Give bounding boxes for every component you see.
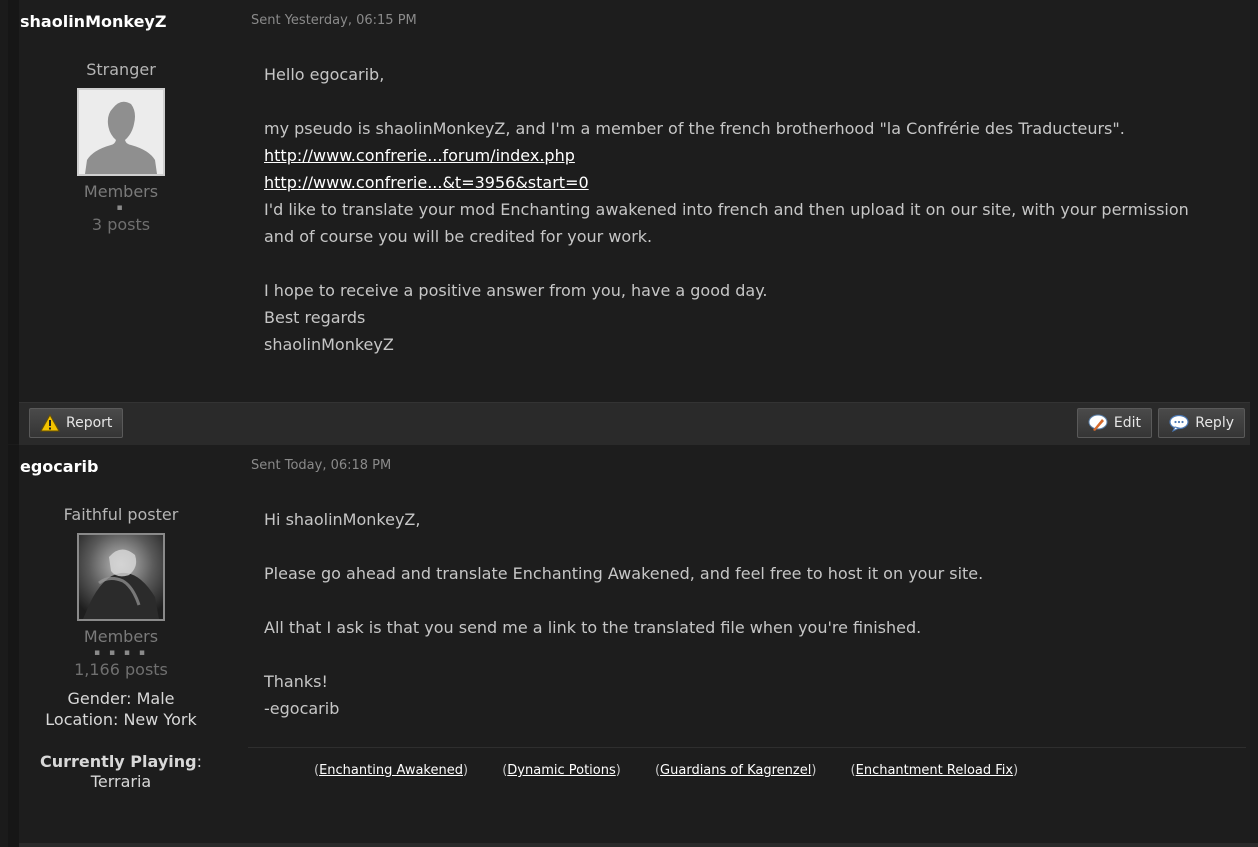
signature-link[interactable]: Enchanting Awakened [319,763,463,778]
reply-button[interactable]: Reply [1158,408,1245,438]
post-rail [8,445,19,847]
report-label: Report [66,415,113,431]
message-post: shaolinMonkeyZ Sent Yesterday, 06:15 PM … [8,0,1250,445]
currently-playing-label: Currently Playing [40,752,197,771]
author-info: Stranger Members ▪ 3 posts [20,60,222,234]
member-rank: Faithful poster [63,505,179,524]
gender-value: Male [136,689,175,708]
message-line: and of course you will be credited for y… [264,227,653,246]
message-line: shaolinMonkeyZ [264,335,394,354]
signature-link[interactable]: Guardians of Kagrenzel [660,763,811,778]
rank-pips: ▪ ▪ ▪ ▪ [94,648,148,658]
message-line: I'd like to translate your mod Enchantin… [264,200,1189,219]
message-body: Hello egocarib, my pseudo is shaolinMonk… [264,61,1234,358]
link-forum[interactable]: http://www.confrerie...forum/index.php [264,146,575,165]
warning-icon [40,414,60,432]
member-group: Members [83,182,159,201]
signature-link[interactable]: Enchantment Reload Fix [856,763,1013,778]
message-thread: shaolinMonkeyZ Sent Yesterday, 06:15 PM … [0,0,1258,847]
post-toolbar: Report Edit Reply [19,402,1250,445]
location-value: New York [123,710,197,729]
message-line: Best regards [264,308,366,327]
signature-divider [248,747,1246,748]
signature: (Enchanting Awakened) (Dynamic Potions) … [314,763,1019,778]
gender-label: Gender: [67,689,132,708]
speech-bubble-icon [1169,414,1189,432]
sent-timestamp: Sent Yesterday, 06:15 PM [251,13,417,28]
edit-label: Edit [1113,415,1141,431]
bottom-toolbar-edge [19,843,1258,847]
member-group: Members [83,627,159,646]
message-line: Hi shaolinMonkeyZ, [264,510,421,529]
message-line: Hello egocarib, [264,65,385,84]
signature-link[interactable]: Dynamic Potions [507,763,615,778]
message-line: Thanks! [264,672,328,691]
post-count: 1,166 posts [74,660,168,679]
post-rail [8,0,19,444]
report-button[interactable]: Report [29,408,124,438]
default-avatar-silhouette-icon [79,90,163,174]
author-name[interactable]: shaolinMonkeyZ [20,12,166,31]
edit-icon [1088,414,1108,431]
post-count: 3 posts [91,215,151,234]
reply-label: Reply [1195,415,1234,431]
sent-timestamp: Sent Today, 06:18 PM [251,458,392,473]
link-topic[interactable]: http://www.confrerie...&t=3956&start=0 [264,173,589,192]
avatar[interactable] [77,88,165,176]
currently-playing-colon: : [196,752,202,771]
currently-playing: Currently Playing: [20,752,222,771]
location-info: Location: New York [20,710,222,729]
message-post: egocarib Sent Today, 06:18 PM Faithful p… [8,445,1250,847]
message-line: I hope to receive a positive answer from… [264,281,768,300]
message-line: All that I ask is that you send me a lin… [264,618,922,637]
message-line: my pseudo is shaolinMonkeyZ, and I'm a m… [264,119,1125,138]
currently-playing-value: Terraria [90,772,152,791]
author-info: Faithful poster Members ▪ ▪ ▪ ▪ 1,166 po… [20,505,222,791]
message-line: Please go ahead and translate Enchanting… [264,564,984,583]
member-rank: Stranger [86,60,156,79]
author-name[interactable]: egocarib [20,457,98,476]
rank-pips: ▪ [116,203,126,213]
location-label: Location: [45,710,119,729]
edit-button[interactable]: Edit [1076,408,1152,438]
avatar[interactable] [77,533,165,621]
message-line: -egocarib [264,699,340,718]
gender-info: Gender: Male [20,689,222,708]
message-body: Hi shaolinMonkeyZ, Please go ahead and t… [264,506,1234,722]
creature-avatar-image [79,535,163,619]
